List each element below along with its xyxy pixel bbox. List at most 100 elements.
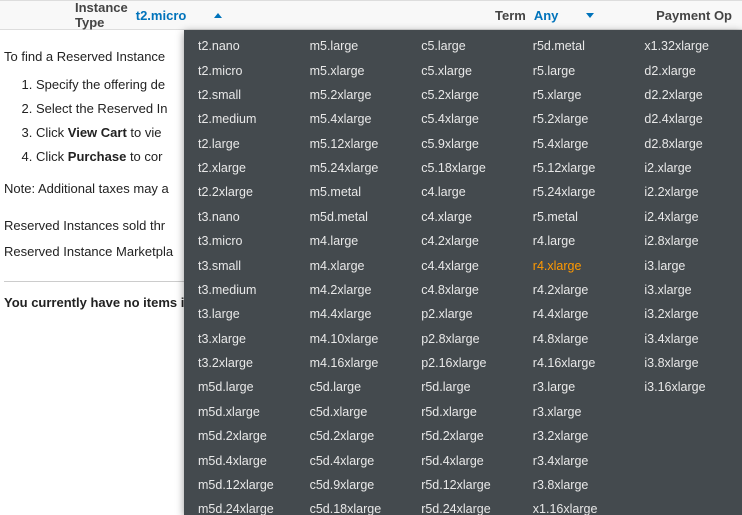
dropdown-option[interactable]: t3.small	[184, 253, 296, 277]
dropdown-option[interactable]: c5d.large	[296, 375, 408, 399]
dropdown-option[interactable]: r5d.xlarge	[407, 400, 519, 424]
dropdown-option[interactable]: t3.micro	[184, 229, 296, 253]
dropdown-option[interactable]: c5d.9xlarge	[296, 473, 408, 497]
dropdown-option[interactable]: r5d.12xlarge	[407, 473, 519, 497]
dropdown-option[interactable]: r5.2xlarge	[519, 107, 631, 131]
dropdown-option[interactable]: i3.16xlarge	[630, 375, 742, 399]
dropdown-option[interactable]: r5d.24xlarge	[407, 497, 519, 515]
dropdown-option[interactable]: m5.4xlarge	[296, 107, 408, 131]
dropdown-option[interactable]: m5d.2xlarge	[184, 424, 296, 448]
filter-payment[interactable]: Payment Op	[656, 8, 732, 23]
dropdown-option[interactable]: m5.metal	[296, 180, 408, 204]
dropdown-option[interactable]: x1.32xlarge	[630, 34, 742, 58]
dropdown-option[interactable]: r5.metal	[519, 205, 631, 229]
dropdown-option[interactable]: d2.2xlarge	[630, 83, 742, 107]
dropdown-option[interactable]: c5.18xlarge	[407, 156, 519, 180]
dropdown-option[interactable]: r4.xlarge	[519, 253, 631, 277]
dropdown-option[interactable]: r5d.metal	[519, 34, 631, 58]
dropdown-option[interactable]: d2.xlarge	[630, 58, 742, 82]
dropdown-option[interactable]: r5d.4xlarge	[407, 448, 519, 472]
dropdown-option[interactable]: m5d.xlarge	[184, 400, 296, 424]
dropdown-option[interactable]: i2.8xlarge	[630, 229, 742, 253]
dropdown-option[interactable]: i2.xlarge	[630, 156, 742, 180]
dropdown-option[interactable]: r5.large	[519, 58, 631, 82]
dropdown-option[interactable]: i3.large	[630, 253, 742, 277]
dropdown-option[interactable]: r5.xlarge	[519, 83, 631, 107]
dropdown-option[interactable]: t2.small	[184, 83, 296, 107]
dropdown-option[interactable]: c5.4xlarge	[407, 107, 519, 131]
dropdown-option[interactable]: c4.2xlarge	[407, 229, 519, 253]
dropdown-option[interactable]: m5.2xlarge	[296, 83, 408, 107]
dropdown-option[interactable]: m5.12xlarge	[296, 132, 408, 156]
dropdown-option[interactable]: p2.8xlarge	[407, 327, 519, 351]
dropdown-option[interactable]: c4.4xlarge	[407, 253, 519, 277]
dropdown-option[interactable]: m4.16xlarge	[296, 351, 408, 375]
dropdown-option[interactable]: c4.8xlarge	[407, 278, 519, 302]
dropdown-option[interactable]: r3.xlarge	[519, 400, 631, 424]
dropdown-option[interactable]: m4.2xlarge	[296, 278, 408, 302]
dropdown-option[interactable]: c5d.18xlarge	[296, 497, 408, 515]
filter-term[interactable]: Term Any	[495, 8, 594, 23]
dropdown-option[interactable]: r5.24xlarge	[519, 180, 631, 204]
dropdown-option[interactable]: x1.16xlarge	[519, 497, 631, 515]
dropdown-option[interactable]: m5d.24xlarge	[184, 497, 296, 515]
dropdown-option[interactable]: t2.xlarge	[184, 156, 296, 180]
dropdown-option[interactable]: m5d.4xlarge	[184, 448, 296, 472]
dropdown-option[interactable]: i3.4xlarge	[630, 327, 742, 351]
dropdown-option[interactable]: c4.large	[407, 180, 519, 204]
dropdown-option[interactable]: r4.16xlarge	[519, 351, 631, 375]
dropdown-option[interactable]: c4.xlarge	[407, 205, 519, 229]
dropdown-option[interactable]: d2.8xlarge	[630, 132, 742, 156]
dropdown-option[interactable]: p2.xlarge	[407, 302, 519, 326]
dropdown-option[interactable]: t3.large	[184, 302, 296, 326]
dropdown-option[interactable]: r4.2xlarge	[519, 278, 631, 302]
dropdown-option[interactable]: t2.micro	[184, 58, 296, 82]
dropdown-option[interactable]: r3.2xlarge	[519, 424, 631, 448]
dropdown-option[interactable]: m4.xlarge	[296, 253, 408, 277]
dropdown-option[interactable]: i2.2xlarge	[630, 180, 742, 204]
dropdown-option[interactable]: d2.4xlarge	[630, 107, 742, 131]
instance-type-dropdown[interactable]: t2.nanot2.microt2.smallt2.mediumt2.large…	[184, 30, 742, 515]
dropdown-option[interactable]: r5d.large	[407, 375, 519, 399]
dropdown-option[interactable]: r4.large	[519, 229, 631, 253]
filter-instance-type[interactable]: Instance Type t2.micro	[10, 0, 210, 30]
dropdown-option[interactable]: t2.medium	[184, 107, 296, 131]
dropdown-option[interactable]: m5.24xlarge	[296, 156, 408, 180]
dropdown-option[interactable]: c5d.2xlarge	[296, 424, 408, 448]
dropdown-option[interactable]: t3.medium	[184, 278, 296, 302]
dropdown-option[interactable]: r5.12xlarge	[519, 156, 631, 180]
dropdown-option[interactable]: i2.4xlarge	[630, 205, 742, 229]
dropdown-option[interactable]: m5d.metal	[296, 205, 408, 229]
dropdown-option[interactable]: t3.nano	[184, 205, 296, 229]
dropdown-option[interactable]: r4.4xlarge	[519, 302, 631, 326]
dropdown-option[interactable]: m5d.12xlarge	[184, 473, 296, 497]
dropdown-option[interactable]: r5.4xlarge	[519, 132, 631, 156]
dropdown-option[interactable]: m4.10xlarge	[296, 327, 408, 351]
dropdown-option[interactable]: r3.4xlarge	[519, 448, 631, 472]
dropdown-option[interactable]: m4.large	[296, 229, 408, 253]
dropdown-option[interactable]: i3.8xlarge	[630, 351, 742, 375]
dropdown-option[interactable]: r5d.2xlarge	[407, 424, 519, 448]
dropdown-option[interactable]: c5.2xlarge	[407, 83, 519, 107]
dropdown-option[interactable]: t3.2xlarge	[184, 351, 296, 375]
dropdown-option[interactable]: i3.xlarge	[630, 278, 742, 302]
dropdown-option[interactable]: m5.large	[296, 34, 408, 58]
dropdown-option[interactable]: t2.2xlarge	[184, 180, 296, 204]
dropdown-option[interactable]: c5.xlarge	[407, 58, 519, 82]
dropdown-option[interactable]: c5.large	[407, 34, 519, 58]
instance-type-value[interactable]: t2.micro	[136, 8, 187, 23]
dropdown-option[interactable]: c5d.xlarge	[296, 400, 408, 424]
dropdown-option[interactable]: r3.8xlarge	[519, 473, 631, 497]
dropdown-option[interactable]: m5d.large	[184, 375, 296, 399]
dropdown-option[interactable]: r3.large	[519, 375, 631, 399]
dropdown-option[interactable]: m5.xlarge	[296, 58, 408, 82]
dropdown-option[interactable]: i3.2xlarge	[630, 302, 742, 326]
dropdown-option[interactable]: p2.16xlarge	[407, 351, 519, 375]
dropdown-option[interactable]: t3.xlarge	[184, 327, 296, 351]
dropdown-option[interactable]: m4.4xlarge	[296, 302, 408, 326]
dropdown-option[interactable]: c5.9xlarge	[407, 132, 519, 156]
dropdown-option[interactable]: t2.nano	[184, 34, 296, 58]
dropdown-option[interactable]: t2.large	[184, 132, 296, 156]
dropdown-option[interactable]: r4.8xlarge	[519, 327, 631, 351]
dropdown-option[interactable]: c5d.4xlarge	[296, 448, 408, 472]
